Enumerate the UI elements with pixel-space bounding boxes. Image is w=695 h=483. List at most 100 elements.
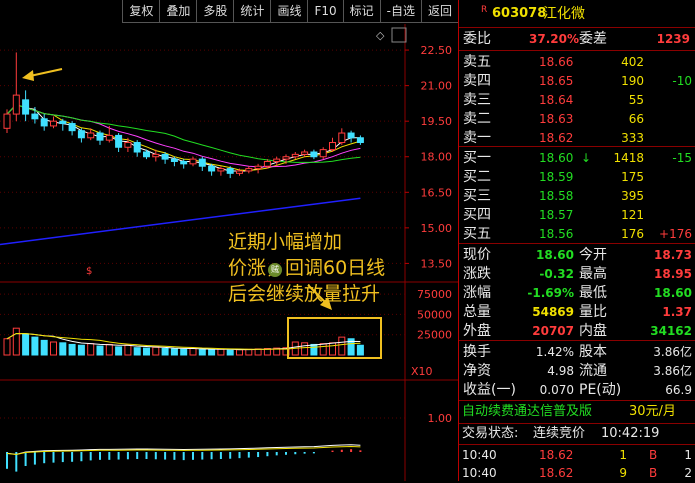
stat-value: -0.32 (539, 267, 574, 281)
candle-body (12, 94, 20, 115)
stat-label: 最低 (579, 285, 607, 301)
volume-bar (189, 347, 197, 356)
fin-label: 流通 (579, 363, 607, 379)
arrow-left-icon (22, 70, 34, 81)
volume-bar (180, 348, 188, 356)
stat-value: 18.95 (654, 267, 692, 281)
annotation-line-3: 后会继续放量拉升 (228, 283, 381, 305)
bid-label: 买三 (463, 188, 491, 204)
volume-bar (226, 349, 234, 356)
stat-label: 现价 (463, 247, 491, 263)
volume-bar (198, 348, 206, 356)
candle-body (161, 153, 169, 160)
bid-volume: 175 (621, 170, 644, 184)
volume-bar (161, 348, 169, 356)
volume-bar (245, 348, 253, 356)
stat-label: 内盘 (579, 323, 607, 339)
promo-price[interactable]: 30元/月 (629, 402, 676, 422)
ask-label: 卖三 (463, 92, 491, 108)
volume-bar (152, 346, 160, 356)
ask-volume: 190 (621, 74, 644, 88)
r-tag: R (481, 5, 488, 15)
bid-price: 18.57 (539, 208, 574, 222)
toolbar-button-3[interactable]: 统计 (233, 0, 271, 23)
stock-code: 603078 (492, 6, 547, 21)
stat-value: 1.37 (662, 305, 692, 319)
stat-value: 20707 (532, 324, 574, 338)
stat-label: 涨跌 (463, 266, 491, 282)
stat-value: 34162 (650, 324, 692, 338)
toolbar-button-2[interactable]: 多股 (196, 0, 234, 23)
bid-row[interactable]: 买三 18.58 395 (459, 186, 695, 206)
ask-row[interactable]: 卖一 18.62 333 (459, 128, 695, 148)
stat-label: 量比 (579, 304, 607, 320)
status-label: 交易状态: (462, 426, 519, 441)
dollar-icon: $ (86, 266, 92, 277)
ask-label: 卖四 (463, 73, 491, 89)
volume-bar (208, 349, 216, 356)
fin-value: 3.86亿 (653, 345, 692, 359)
volume-bar (329, 342, 336, 356)
bid-row[interactable]: 买一 18.60 ↓ 1418 -15 (459, 148, 695, 168)
toolbar-button-7[interactable]: -自选 (379, 0, 421, 23)
toolbar-button-1[interactable]: 叠加 (159, 0, 197, 23)
candle-body (347, 132, 355, 139)
candle-body (356, 137, 364, 144)
tick-side: B (649, 448, 658, 462)
promo-text[interactable]: 自动续费通达信普及版 (462, 402, 592, 422)
ask-price: 18.62 (539, 131, 574, 145)
ask-row[interactable]: 卖二 18.63 66 (459, 109, 695, 129)
candle-body (263, 160, 271, 167)
status-time: 10:42:19 (601, 426, 660, 441)
stat-label: 今开 (579, 247, 607, 263)
price-tick-label: 16.50 (421, 186, 453, 199)
ask-row[interactable]: 卖四 18.65 190 -10 (459, 71, 695, 91)
candle-body (310, 151, 318, 158)
candle-body (68, 123, 76, 132)
candle-body (143, 151, 150, 158)
tick-row[interactable]: 10:40 18.62 1 B 1 (459, 445, 695, 465)
candle-body (115, 134, 123, 148)
weicha-label: 委差 (579, 31, 607, 47)
volume-bar (143, 347, 150, 356)
bid-row[interactable]: 买四 18.57 121 (459, 205, 695, 225)
volume-bar (115, 346, 123, 356)
volume-bar (217, 348, 225, 356)
bid-label: 买二 (463, 169, 491, 185)
candle-body (40, 118, 48, 127)
volume-tick-label: 75000 (417, 288, 452, 301)
toolbar-button-8[interactable]: 返回 (420, 0, 458, 23)
volume-bar (40, 339, 48, 356)
toolbar-button-4[interactable]: 画线 (270, 0, 308, 23)
candle-body (96, 132, 104, 141)
stat-row: 外盘 20707 内盘 34162 (459, 321, 695, 341)
bid-row[interactable]: 买五 18.56 176 +176 (459, 224, 695, 244)
bid-row[interactable]: 买二 18.59 175 (459, 167, 695, 187)
kline-chart-area[interactable]: 22.50 21.00 19.50 18.00 16.50 15.00 13.50 75000… (0, 0, 458, 481)
candle-body (301, 151, 309, 155)
annotation-arrow-shaft (29, 68, 63, 77)
toolbar-button-0[interactable]: 复权 (122, 0, 160, 23)
ask-volume: 66 (628, 112, 644, 126)
tick-time: 10:40 (462, 448, 497, 462)
stat-label: 最高 (579, 266, 607, 282)
volume-bar (50, 341, 57, 356)
fin-row: 换手 1.42% 股本 3.86亿 (459, 342, 695, 362)
ask-row[interactable]: 卖三 18.64 55 (459, 90, 695, 110)
ask-row[interactable]: 卖五 18.66 402 (459, 52, 695, 72)
candle-body (22, 99, 30, 115)
toolbar-button-5[interactable]: F10 (307, 0, 343, 23)
bid-volume: 395 (621, 189, 644, 203)
price-tick-label: 22.50 (421, 44, 453, 57)
promo-row[interactable]: 自动续费通达信普及版 30元/月 (459, 402, 695, 422)
stock-name: 江化微 (543, 6, 585, 22)
volume-bar (59, 342, 67, 356)
toolbar-button-6[interactable]: 标记 (342, 0, 380, 23)
tick-side: B (649, 466, 658, 480)
stat-value: 18.73 (654, 248, 692, 262)
price-tick-label: 15.00 (421, 222, 453, 235)
tick-row[interactable]: 10:40 18.62 9 B 2 (459, 463, 695, 483)
bid-volume: 121 (621, 208, 644, 222)
scroll-icon (391, 27, 407, 43)
bid-price: 18.58 (539, 189, 574, 203)
